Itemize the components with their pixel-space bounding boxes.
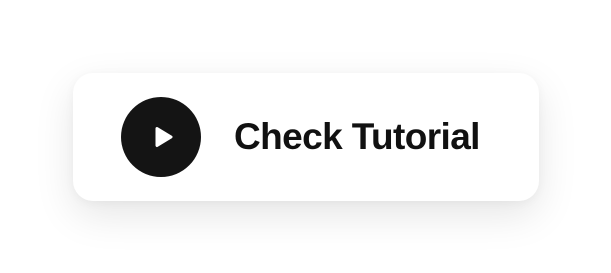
canvas: Check Tutorial bbox=[0, 0, 611, 273]
play-icon bbox=[121, 97, 201, 177]
check-tutorial-label: Check Tutorial bbox=[234, 116, 480, 157]
check-tutorial-button[interactable]: Check Tutorial bbox=[73, 73, 539, 201]
